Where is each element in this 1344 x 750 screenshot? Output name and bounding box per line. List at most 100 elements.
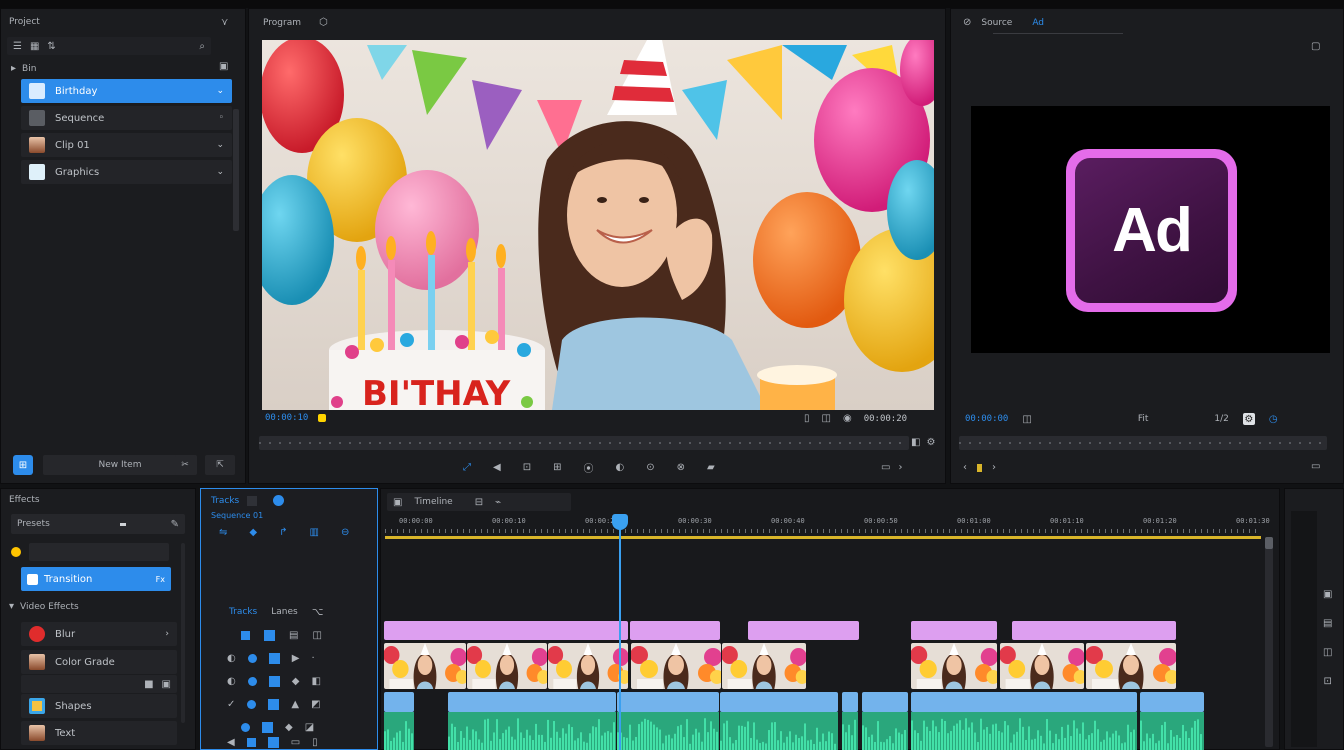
- chevron-down-icon[interactable]: ⌄: [216, 140, 224, 150]
- track-eye-icon[interactable]: ◆: [285, 722, 293, 733]
- track-options-icon[interactable]: ▯: [312, 737, 318, 748]
- track-toggle-icon[interactable]: [247, 495, 258, 506]
- scrollbar[interactable]: [233, 109, 239, 231]
- video-thumbnail-clip[interactable]: [1000, 643, 1084, 689]
- checkmark-icon[interactable]: ✓: [227, 699, 235, 710]
- fit-icon[interactable]: ◫: [822, 413, 831, 424]
- button-editor-icon[interactable]: ▭: [881, 462, 890, 473]
- video-thumbnail-clip[interactable]: [548, 643, 628, 689]
- track-row[interactable]: ◐ ◆ ◧: [227, 672, 371, 690]
- meter-settings-icon[interactable]: ◫: [1323, 647, 1332, 658]
- new-bin-icon[interactable]: ▣: [219, 61, 228, 72]
- clock-icon[interactable]: ⊘: [963, 17, 971, 28]
- video-clip[interactable]: [384, 692, 414, 712]
- track-row[interactable]: ▤ ◫: [241, 626, 371, 644]
- project-item[interactable]: Birthday ⌄: [21, 79, 232, 103]
- button-editor-icon[interactable]: ▭: [1311, 461, 1320, 472]
- sort-icon[interactable]: ⇅: [47, 41, 55, 52]
- track-target-icon[interactable]: ◐: [227, 676, 236, 687]
- title-clip[interactable]: [1012, 621, 1176, 640]
- video-thumbnail-clip[interactable]: [1086, 643, 1176, 689]
- project-item[interactable]: Clip 01 ⌄: [21, 133, 232, 157]
- mark-in-icon[interactable]: ⤢: [463, 462, 471, 473]
- track-row[interactable]: ◀ ▭ ▯: [227, 735, 371, 749]
- title-clip[interactable]: [384, 621, 628, 640]
- track-sync-icon[interactable]: [268, 675, 280, 687]
- chevron-down-icon[interactable]: ⌄: [216, 167, 224, 177]
- safe-margin-icon[interactable]: ▯: [804, 413, 810, 424]
- slip-icon[interactable]: ▥: [309, 527, 318, 538]
- track-options-icon[interactable]: ·: [311, 653, 314, 664]
- zoom-label[interactable]: Fit: [1138, 414, 1149, 424]
- title-clip[interactable]: [748, 621, 859, 640]
- video-clip[interactable]: [448, 692, 616, 712]
- track-eye-icon[interactable]: ▭: [291, 737, 300, 748]
- source-scrubber[interactable]: [959, 436, 1327, 450]
- loop-icon[interactable]: ⊙: [646, 462, 654, 473]
- effect-item[interactable]: Shapes: [21, 694, 177, 718]
- source-tab[interactable]: Ad: [1032, 18, 1044, 28]
- share-icon[interactable]: ⇱: [205, 455, 235, 475]
- effect-item[interactable]: Blur ›: [21, 622, 177, 646]
- search-icon[interactable]: ⌕: [199, 41, 205, 52]
- video-thumbnail-clip[interactable]: [384, 643, 466, 689]
- track-sync-icon[interactable]: [262, 721, 273, 733]
- link-icon[interactable]: ⊖: [341, 527, 349, 538]
- track-lock-icon[interactable]: [247, 653, 257, 663]
- search-field[interactable]: [29, 543, 169, 561]
- settings-icon[interactable]: ⬡: [319, 17, 328, 28]
- title-clip[interactable]: [630, 621, 720, 640]
- track-row[interactable]: ◐ ▶ ·: [227, 649, 371, 667]
- playhead-handle[interactable]: [612, 514, 628, 530]
- track-lock-icon[interactable]: [241, 722, 250, 732]
- effect-slider-row[interactable]: ■ ▣: [21, 675, 177, 693]
- chevron-left-icon[interactable]: ‹: [963, 462, 967, 473]
- video-thumbnail-clip[interactable]: [467, 643, 547, 689]
- track-sync-icon[interactable]: [267, 736, 279, 748]
- time-ruler[interactable]: 00:00:00 00:00:10 00:00:20 00:00:30 00:00:40…: [385, 515, 1270, 537]
- lift-icon[interactable]: ⊞: [553, 462, 561, 473]
- project-footer-bar[interactable]: New Item: [43, 455, 197, 475]
- project-item[interactable]: Graphics ⌄: [21, 160, 232, 184]
- track-row[interactable]: ✓ ▲ ◩: [227, 695, 371, 713]
- snap-icon[interactable]: ⌁: [495, 497, 501, 508]
- work-area-bar[interactable]: [385, 536, 1261, 539]
- tag-icon[interactable]: ⌥: [312, 607, 324, 618]
- video-clip[interactable]: [1140, 692, 1204, 712]
- chevron-icon[interactable]: ◦: [219, 113, 224, 123]
- track-lock-icon[interactable]: [247, 699, 257, 709]
- track-eye-icon[interactable]: ▲: [291, 699, 299, 710]
- effect-item-selected[interactable]: Transition Fx: [21, 567, 171, 591]
- timeline-vscroll-thumb[interactable]: [1265, 537, 1273, 549]
- expand-icon[interactable]: ◧: [911, 437, 920, 448]
- chevron-down-icon[interactable]: ⌄: [216, 86, 224, 96]
- track-eye-icon[interactable]: ▤: [289, 630, 298, 641]
- meter-solo-icon[interactable]: ▣: [1323, 589, 1332, 600]
- chevron-right-icon[interactable]: ›: [992, 462, 996, 473]
- split-icon[interactable]: ◐: [615, 462, 624, 473]
- title-clip[interactable]: [911, 621, 997, 640]
- effect-item[interactable]: Color Grade: [21, 650, 177, 674]
- select-icon[interactable]: ◆: [249, 527, 257, 538]
- step-forward-icon[interactable]: ⊗: [677, 462, 685, 473]
- track-lock-icon[interactable]: [247, 676, 257, 686]
- timeline-title[interactable]: Timeline: [414, 497, 452, 507]
- panel-menu-icon[interactable]: ⋎: [221, 17, 228, 28]
- camera-icon[interactable]: ⊡: [523, 462, 531, 473]
- video-thumbnail-clip[interactable]: [911, 643, 997, 689]
- meter-mute-icon[interactable]: ▤: [1323, 618, 1332, 629]
- video-thumbnail-clip[interactable]: [722, 643, 806, 689]
- track-lock-icon[interactable]: [246, 737, 256, 747]
- meter-expand-icon[interactable]: ⊡: [1323, 676, 1332, 687]
- video-clip[interactable]: [862, 692, 908, 712]
- trim-icon[interactable]: ✂: [175, 455, 195, 475]
- track-options-icon[interactable]: ◪: [305, 722, 314, 733]
- settings-icon[interactable]: ⚙: [1242, 413, 1255, 425]
- ripple-icon[interactable]: ↱: [279, 527, 287, 538]
- track-eye-icon[interactable]: ▶: [292, 653, 300, 664]
- list-view-icon[interactable]: ☰: [13, 41, 22, 52]
- export-frame-icon[interactable]: ▰: [707, 462, 715, 473]
- step-back-icon[interactable]: ◀: [493, 462, 501, 473]
- track-sync-icon[interactable]: [268, 652, 280, 664]
- resolution-label[interactable]: 1/2: [1214, 414, 1228, 424]
